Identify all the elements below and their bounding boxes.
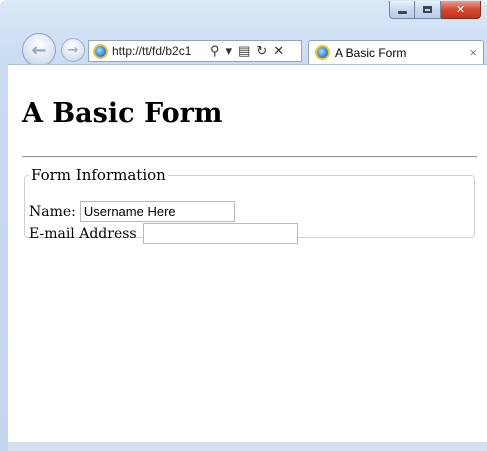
refresh-icon[interactable]: ↻ [256, 43, 267, 59]
address-url[interactable]: http://tt/fd/b2c1 [112, 44, 204, 58]
back-arrow-icon: ← [31, 39, 47, 61]
address-tools: ⚲ ▾ ▤ ↻ ✕ [210, 43, 284, 59]
name-row: Name: [29, 201, 235, 222]
name-input[interactable] [79, 201, 235, 222]
email-label: E-mail Address [29, 225, 137, 242]
tab-title: A Basic Form [335, 45, 407, 60]
maximize-icon [423, 6, 432, 13]
close-icon: ✕ [455, 3, 466, 16]
email-input[interactable] [142, 223, 298, 244]
tab-close-icon[interactable]: × [469, 45, 477, 60]
status-bar [8, 442, 487, 451]
stop-icon[interactable]: ✕ [273, 43, 284, 59]
browser-window: ✕ ← → http://tt/fd/b2c1 ⚲ ▾ ▤ ↻ ✕ A Basi… [0, 0, 487, 451]
page-content: A Basic Form Form Information Name: E-ma… [8, 64, 487, 442]
name-label: Name: [29, 203, 76, 220]
address-bar[interactable]: http://tt/fd/b2c1 ⚲ ▾ ▤ ↻ ✕ [88, 40, 302, 62]
forward-button[interactable]: → [61, 38, 85, 62]
divider [22, 156, 477, 158]
dropdown-icon[interactable]: ▾ [226, 43, 233, 59]
close-window-button[interactable]: ✕ [441, 1, 481, 19]
email-row: E-mail Address [29, 223, 298, 244]
search-icon[interactable]: ⚲ [210, 43, 220, 59]
minimize-button[interactable] [389, 1, 415, 19]
maximize-button[interactable] [415, 1, 441, 19]
page-title: A Basic Form [22, 98, 223, 129]
tab-favicon-icon [315, 45, 330, 60]
compatibility-view-icon[interactable]: ▤ [238, 43, 250, 59]
ie-logo-icon [93, 43, 108, 59]
minimize-icon [397, 11, 407, 14]
forward-arrow-icon: → [67, 42, 79, 58]
caption-buttons: ✕ [389, 1, 481, 19]
tab-a-basic-form[interactable]: A Basic Form × [308, 40, 484, 64]
back-button[interactable]: ← [22, 33, 56, 67]
fieldset-legend: Form Information [31, 166, 166, 184]
form-information-fieldset: Form Information Name: E-mail Address [24, 166, 475, 244]
